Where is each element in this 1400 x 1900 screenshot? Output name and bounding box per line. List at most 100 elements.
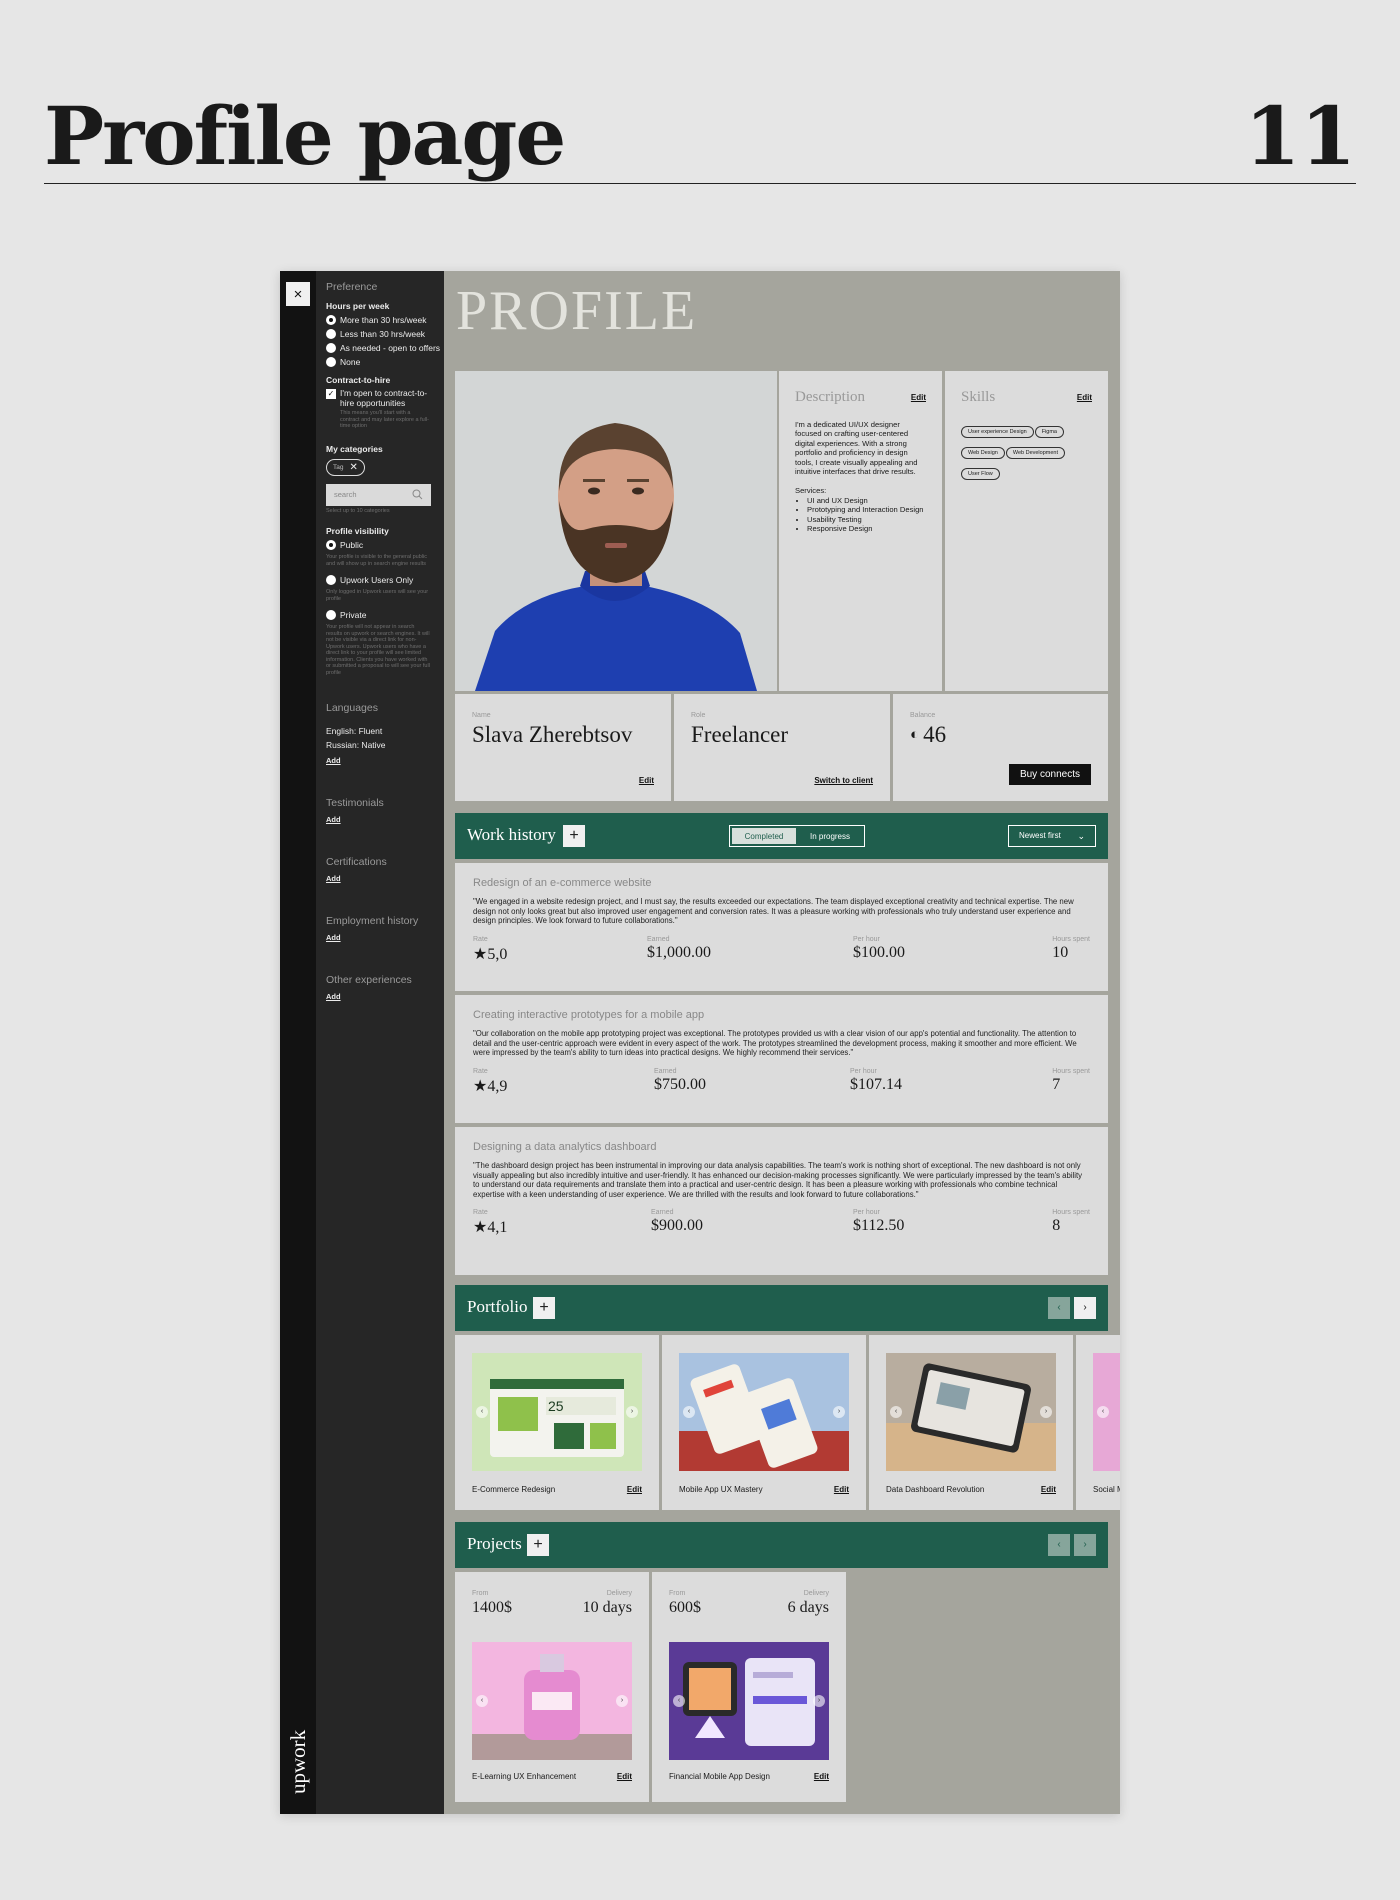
switch-to-client-link[interactable]: Switch to client [814, 776, 873, 785]
edit-skills-link[interactable]: Edit [1077, 393, 1092, 402]
add-project-button[interactable]: + [527, 1534, 549, 1556]
project-price: 1400$ [472, 1599, 512, 1616]
edit-project-link[interactable]: Edit [617, 1772, 632, 1781]
from-label: From [472, 1590, 489, 1597]
contract-checkbox[interactable]: ✓ I'm open to contract-to-hire opportunit… [326, 388, 444, 408]
chevron-right-icon[interactable]: › [813, 1695, 825, 1707]
radio-icon [326, 610, 336, 620]
language-item: Russian: Native [326, 740, 386, 750]
hours-option[interactable]: As needed - open to offers [326, 343, 444, 353]
skill-pill: Figma [1034, 426, 1064, 438]
visibility-private-note: Your profile will not appear in search r… [326, 624, 430, 676]
skills-list: User experience Design Figma Web Design We… [961, 420, 1092, 483]
tab-in-progress[interactable]: In progress [798, 828, 862, 844]
chevron-right-icon[interactable]: › [616, 1695, 628, 1707]
radio-icon [326, 575, 336, 585]
category-search-input[interactable]: search [326, 483, 431, 506]
job-stats: Rate ★5,0 Earned $1,000.00 Per hour $100.00… [473, 936, 1090, 966]
contract-label: Contract-to-hire [326, 375, 391, 385]
work-status-tabs: Completed In progress [729, 825, 865, 847]
chevron-right-icon[interactable]: › [833, 1406, 845, 1418]
add-language-link[interactable]: Add [326, 756, 341, 765]
rate-label: Rate [473, 1067, 488, 1075]
radio-icon [326, 343, 336, 353]
visibility-public-option[interactable]: Public [326, 540, 444, 550]
edit-portfolio-link[interactable]: Edit [1041, 1485, 1056, 1494]
project-image: ‹ › [669, 1642, 829, 1760]
project-price: 600$ [669, 1599, 701, 1616]
next-arrow-icon[interactable]: › [1074, 1534, 1096, 1556]
main-content: PROFILE Description Edit I'm a dedicated… [444, 271, 1120, 1814]
add-experience-link[interactable]: Add [326, 992, 341, 1001]
add-certification-link[interactable]: Add [326, 874, 341, 883]
radio-selected-icon [326, 315, 336, 325]
portfolio-image: 25 ‹ › [472, 1353, 642, 1471]
add-testimonial-link[interactable]: Add [326, 815, 341, 824]
description-title: Description [795, 389, 865, 405]
hours-option[interactable]: Less than 30 hrs/week [326, 329, 444, 339]
portfolio-card[interactable]: ‹ › Data Dashboard Revolution Edit [869, 1335, 1073, 1510]
chevron-left-icon[interactable]: ‹ [476, 1406, 488, 1418]
portfolio-image: ‹ [1093, 1353, 1120, 1471]
hours-option[interactable]: None [326, 357, 444, 367]
chevron-left-icon[interactable]: ‹ [476, 1695, 488, 1707]
prev-arrow-icon[interactable]: ‹ [1048, 1297, 1070, 1319]
earned-label: Earned [647, 935, 670, 943]
portfolio-card[interactable]: ‹ › Mobile App UX Mastery Edit [662, 1335, 866, 1510]
page-header: Profile page 11 [44, 88, 1356, 184]
visibility-private-option[interactable]: Private [326, 610, 444, 620]
skill-pill: User experience Design [961, 426, 1034, 438]
other-experiences-heading: Other experiences [326, 974, 412, 986]
add-employment-link[interactable]: Add [326, 933, 341, 942]
radio-icon [326, 329, 336, 339]
name-label: Name [472, 712, 491, 719]
app-frame: × upwork Preference Hours per week More … [280, 271, 1120, 1814]
next-arrow-icon[interactable]: › [1074, 1297, 1096, 1319]
earned-value: $750.00 [654, 1075, 706, 1093]
search-icon [412, 489, 423, 500]
close-icon: × [293, 285, 303, 303]
portfolio-title: Portfolio [467, 1297, 528, 1316]
add-portfolio-button[interactable]: + [533, 1297, 555, 1319]
project-delivery: 6 days [787, 1599, 829, 1616]
earned-value: $900.00 [651, 1217, 703, 1235]
checkmark-icon: ✓ [326, 389, 336, 399]
edit-portfolio-link[interactable]: Edit [627, 1485, 642, 1494]
hours-value: 7 [1052, 1075, 1061, 1093]
chevron-left-icon[interactable]: ‹ [683, 1406, 695, 1418]
portfolio-card[interactable]: ‹ Social M [1076, 1335, 1120, 1510]
hours-option[interactable]: More than 30 hrs/week [326, 315, 444, 325]
portfolio-card[interactable]: 25 ‹ › E-Commerce Redesign Edit [455, 1335, 659, 1510]
chevron-left-icon[interactable]: ‹ [1097, 1406, 1109, 1418]
earned-label: Earned [654, 1067, 677, 1075]
project-card[interactable]: From 600$ Delivery 6 days ‹ › Financial Mo… [652, 1572, 846, 1802]
page-number: 11 [1244, 89, 1356, 183]
visibility-upwork-option[interactable]: Upwork Users Only [326, 575, 444, 585]
remove-tag-icon[interactable]: ✕ [349, 462, 357, 473]
sort-dropdown[interactable]: Newest first ⌄ [1008, 825, 1096, 847]
chevron-left-icon[interactable]: ‹ [890, 1406, 902, 1418]
add-work-button[interactable]: + [563, 825, 585, 847]
work-history-title: Work history [467, 825, 556, 844]
job-review: "We engaged in a website redesign projec… [473, 897, 1074, 926]
edit-portfolio-link[interactable]: Edit [834, 1485, 849, 1494]
edit-description-link[interactable]: Edit [911, 393, 926, 402]
close-button[interactable]: × [286, 282, 310, 306]
project-image: ‹ › [472, 1642, 632, 1760]
portfolio-image: ‹ › [679, 1353, 849, 1471]
project-card[interactable]: From 1400$ Delivery 10 days ‹ › E-Learning… [455, 1572, 649, 1802]
chevron-right-icon[interactable]: › [1040, 1406, 1052, 1418]
star-icon: ★ [473, 945, 488, 963]
chevron-right-icon[interactable]: › [626, 1406, 638, 1418]
per-hour-label: Per hour [850, 1067, 877, 1075]
edit-project-link[interactable]: Edit [814, 1772, 829, 1781]
chevron-down-icon: ⌄ [1077, 831, 1085, 841]
chevron-left-icon[interactable]: ‹ [673, 1695, 685, 1707]
category-tag[interactable]: Tag ✕ [326, 458, 365, 476]
buy-connects-button[interactable]: Buy connects [1008, 764, 1091, 785]
prev-arrow-icon[interactable]: ‹ [1048, 1534, 1070, 1556]
tab-completed[interactable]: Completed [732, 828, 796, 844]
edit-name-link[interactable]: Edit [639, 776, 654, 785]
work-history-header: Work history + Completed In progress New… [455, 813, 1108, 859]
skills-title: Skills [961, 389, 996, 405]
